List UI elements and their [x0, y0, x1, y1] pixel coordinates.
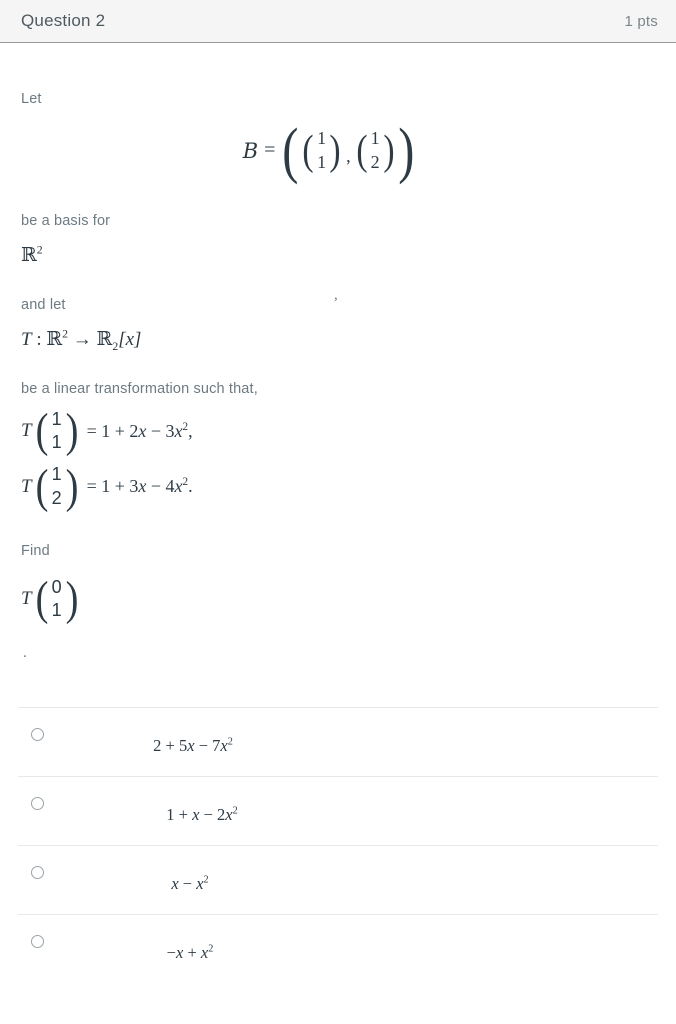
- answer-option-a[interactable]: 2 + 5x − 7x2: [18, 707, 658, 776]
- outer-paren-right: ): [397, 116, 414, 185]
- points-badge: 1 pts: [624, 12, 658, 30]
- question-body: Let B = ( ( 1 1 ) , ( 1 2 ) ) , be a bas…: [0, 89, 676, 662]
- vector2-paren-left: (: [356, 127, 368, 174]
- find-paren-left: (: [35, 572, 48, 626]
- given2-symbol-t: T: [21, 475, 32, 497]
- answer-label-a: 2 + 5x − 7x2: [153, 736, 233, 756]
- question-header: Question 2 1 pts: [0, 0, 676, 43]
- stray-comma: ,: [334, 287, 338, 303]
- given-equation-2: T ( 1 2 ) = 1 + 3x − 4x2.: [21, 463, 658, 511]
- basis-vector-2: 1 2: [369, 127, 382, 175]
- answer-option-c[interactable]: x − x2: [18, 845, 658, 914]
- text-be-a-basis-for: be a basis for: [21, 212, 111, 229]
- math-r-squared: ℝ2: [21, 243, 658, 266]
- given2-entry-2: 2: [51, 487, 62, 508]
- find-vector: 0 1: [50, 576, 64, 624]
- find-symbol-t: T: [21, 588, 32, 610]
- find-entry-1: 0: [51, 576, 62, 597]
- vector1-paren-left: (: [302, 127, 314, 174]
- codomain-bracket: [x]: [118, 328, 142, 350]
- given-equation-1: T ( 1 1 ) = 1 + 2x − 3x2,: [21, 404, 658, 458]
- basis-vector-1: 1 1: [315, 127, 328, 175]
- basis-symbol: B: [242, 138, 259, 163]
- text-let: Let: [21, 91, 42, 107]
- given1-paren-right: ): [65, 404, 78, 458]
- vector1-paren-right: ): [329, 127, 341, 174]
- given2-vector: 1 2: [50, 463, 64, 511]
- given1-vector: 1 1: [50, 408, 64, 456]
- equals-sign: =: [264, 139, 276, 162]
- find-paren-right: ): [65, 572, 78, 626]
- given1-entry-2: 1: [51, 432, 62, 453]
- given1-paren-left: (: [35, 404, 48, 458]
- vector1-entry-2: 1: [317, 151, 327, 172]
- text-be-linear-transformation: be a linear transformation such that,: [21, 380, 258, 397]
- transformation-symbol-t: T: [21, 328, 32, 350]
- domain-symbol: ℝ: [46, 328, 63, 350]
- given1-entry-1: 1: [51, 408, 62, 429]
- find-entry-2: 1: [51, 600, 62, 621]
- trailing-period: .: [23, 645, 27, 662]
- codomain-symbol: ℝ: [96, 328, 113, 350]
- vector-separator: ,: [346, 146, 351, 167]
- page-title: Question 2: [21, 11, 106, 30]
- basis-display-equation: B = ( ( 1 1 ) , ( 1 2 ) ): [21, 116, 658, 185]
- vector2-entry-2: 2: [370, 151, 380, 172]
- vector2-paren-right: ): [383, 127, 395, 174]
- answer-label-c: x − x2: [171, 874, 209, 894]
- answer-label-b: 1 + x − 2x2: [166, 805, 238, 825]
- answer-label-d: −x + x2: [166, 943, 214, 963]
- real-numbers-exponent: 2: [36, 243, 43, 257]
- real-numbers-symbol: ℝ: [21, 244, 37, 266]
- math-transformation-declaration: T : ℝ2 → ℝ2[x]: [21, 328, 658, 352]
- answer-option-d[interactable]: −x + x2: [18, 914, 658, 983]
- text-and-let: and let: [21, 296, 66, 313]
- arrow-icon: →: [72, 328, 92, 350]
- given2-paren-left: (: [35, 459, 48, 513]
- answer-options-list: 2 + 5x − 7x2 1 + x − 2x2 x − x2 −x + x2: [0, 707, 676, 983]
- vector1-entry-1: 1: [317, 128, 327, 149]
- given1-right-hand-side: = 1 + 2x − 3x2,: [86, 420, 193, 441]
- text-find: Find: [21, 542, 50, 559]
- find-expression: T ( 0 1 ): [21, 572, 658, 626]
- outer-paren-left: (: [282, 116, 299, 185]
- answer-option-b[interactable]: 1 + x − 2x2: [18, 776, 658, 845]
- given2-right-hand-side: = 1 + 3x − 4x2.: [86, 476, 193, 497]
- vector2-entry-1: 1: [370, 128, 380, 149]
- given2-entry-1: 1: [51, 464, 62, 485]
- given2-paren-right: ): [65, 459, 78, 513]
- given1-symbol-t: T: [21, 420, 32, 442]
